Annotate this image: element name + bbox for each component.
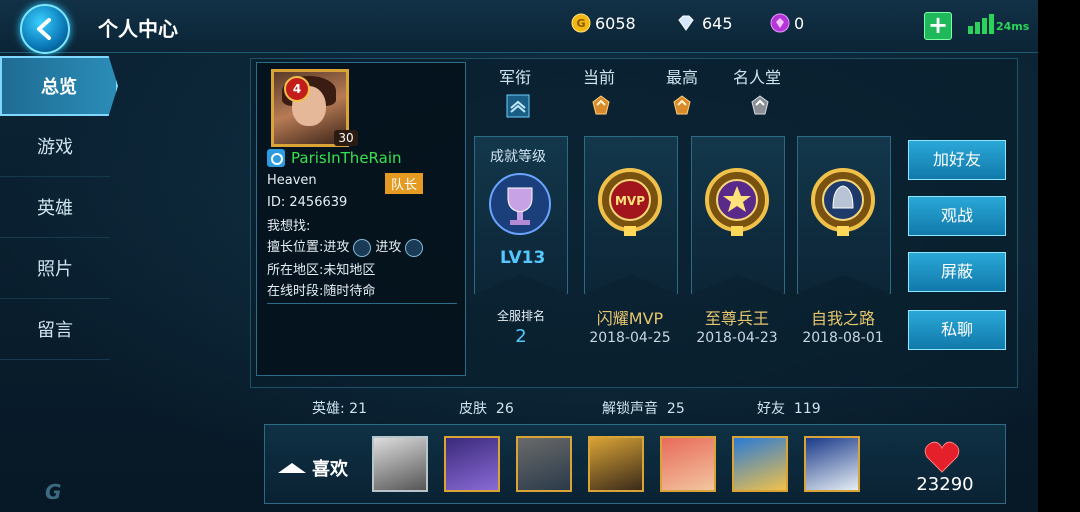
spectate-button[interactable]: 观战 <box>908 196 1006 236</box>
private-chat-button[interactable]: 私聊 <box>908 310 1006 350</box>
favorite-hero-icon[interactable] <box>588 436 644 492</box>
back-button[interactable] <box>20 4 70 54</box>
friends-stat: 好友 119 <box>757 401 821 417</box>
profile-card: 4 30 ParisInTheRain Heaven 队长 ID: 245663… <box>256 62 466 376</box>
gem-counter: 0 <box>770 13 804 33</box>
favorite-hero-icon[interactable] <box>372 436 428 492</box>
achievement-name: 至尊兵王 <box>704 309 769 328</box>
favorite-hero-icon[interactable] <box>660 436 716 492</box>
favorite-hero-icon[interactable] <box>732 436 788 492</box>
vip-level-badge: 4 <box>284 76 310 102</box>
player-id: 2456639 <box>289 195 348 210</box>
achievement-date: 2018-08-01 <box>802 330 884 346</box>
favorite-hero-icon[interactable] <box>804 436 860 492</box>
sidebar-item-heroes[interactable]: 英雄 <box>0 177 110 238</box>
heart-icon[interactable] <box>924 440 960 474</box>
position-icon <box>353 238 372 257</box>
soldier-king-medal-icon <box>705 168 769 236</box>
achievement-date: 2018-04-25 <box>589 330 671 346</box>
rank-label-military: 军衔 <box>499 68 532 87</box>
add-friend-button[interactable]: 加好友 <box>908 140 1006 180</box>
add-currency-button[interactable]: + <box>924 12 952 40</box>
achievement-level-value: LV13 <box>500 248 546 268</box>
current-rank-icon[interactable] <box>589 94 613 118</box>
favorite-hero-icon[interactable] <box>444 436 500 492</box>
favorites-toggle[interactable]: 喜欢 <box>278 455 348 481</box>
back-arrow-icon <box>37 18 51 40</box>
player-level: 30 <box>334 130 358 146</box>
divider <box>267 303 457 304</box>
chevron-up-icon <box>278 463 306 473</box>
page-title: 个人中心 <box>98 17 178 41</box>
sidebar: 总览 游戏 英雄 照片 留言 <box>0 56 118 360</box>
server-rank-value: 2 <box>515 326 527 347</box>
screen-edge <box>1038 0 1080 512</box>
player-id-row: ID: 2456639 <box>267 195 348 210</box>
logo-icon: G <box>45 480 62 504</box>
avatar[interactable]: 4 30 <box>271 69 358 147</box>
role-badge: 队长 <box>385 173 424 194</box>
gold-counter: G 6058 <box>571 13 636 33</box>
ping-value: 24ms <box>996 20 1030 33</box>
svg-text:G: G <box>576 17 585 30</box>
diamond-value: 645 <box>702 13 733 33</box>
diamond-icon <box>678 15 694 31</box>
achievement-name: 自我之路 <box>810 309 875 328</box>
rank-label-current: 当前 <box>583 68 616 87</box>
sidebar-item-photos[interactable]: 照片 <box>0 238 110 299</box>
guild-name: Heaven <box>267 173 317 188</box>
gem-value: 0 <box>794 13 805 33</box>
block-button[interactable]: 屏蔽 <box>908 252 1006 292</box>
favorite-hero-icon[interactable] <box>516 436 572 492</box>
voices-stat: 解锁声音 25 <box>602 401 685 417</box>
heroes-stat: 英雄: 21 <box>312 401 367 417</box>
achievement-level-title: 成就等级 <box>490 149 546 165</box>
region-row: 所在地区:未知地区 <box>267 263 376 278</box>
self-path-medal-icon <box>811 168 875 236</box>
achievement-name: 闪耀MVP <box>596 309 664 328</box>
looking-for: 我想找: <box>267 219 311 234</box>
position-icon <box>405 238 424 257</box>
mvp-medal-icon: MVP <box>598 168 662 236</box>
military-rank-icon[interactable] <box>506 94 530 118</box>
svg-text:MVP: MVP <box>615 194 645 208</box>
position-row: 擅长位置:进攻 进攻 <box>267 236 427 257</box>
hall-of-fame-icon[interactable] <box>748 94 772 118</box>
gender-male-icon <box>267 149 285 167</box>
rank-label-hall-of-fame: 名人堂 <box>733 68 782 87</box>
sidebar-item-game[interactable]: 游戏 <box>0 116 110 177</box>
sidebar-item-messages[interactable]: 留言 <box>0 299 110 360</box>
diamond-counter: 645 <box>674 13 733 33</box>
online-row: 在线时段:随时待命 <box>267 284 376 299</box>
gold-value: 6058 <box>595 13 636 33</box>
highest-rank-icon[interactable] <box>670 94 694 118</box>
player-name-row: ParisInTheRain <box>267 149 402 167</box>
gold-coin-icon: G <box>571 13 591 33</box>
rank-label-highest: 最高 <box>666 68 699 87</box>
player-name: ParisInTheRain <box>291 149 402 167</box>
skins-stat: 皮肤 26 <box>459 401 514 417</box>
achievement-date: 2018-04-23 <box>696 330 778 346</box>
signal-icon <box>968 12 994 34</box>
server-rank-label: 全服排名 <box>496 309 545 323</box>
trophy-icon <box>489 173 551 235</box>
gem-icon <box>770 13 790 33</box>
likes-count: 23290 <box>916 474 974 495</box>
sidebar-item-overview[interactable]: 总览 <box>0 56 118 116</box>
